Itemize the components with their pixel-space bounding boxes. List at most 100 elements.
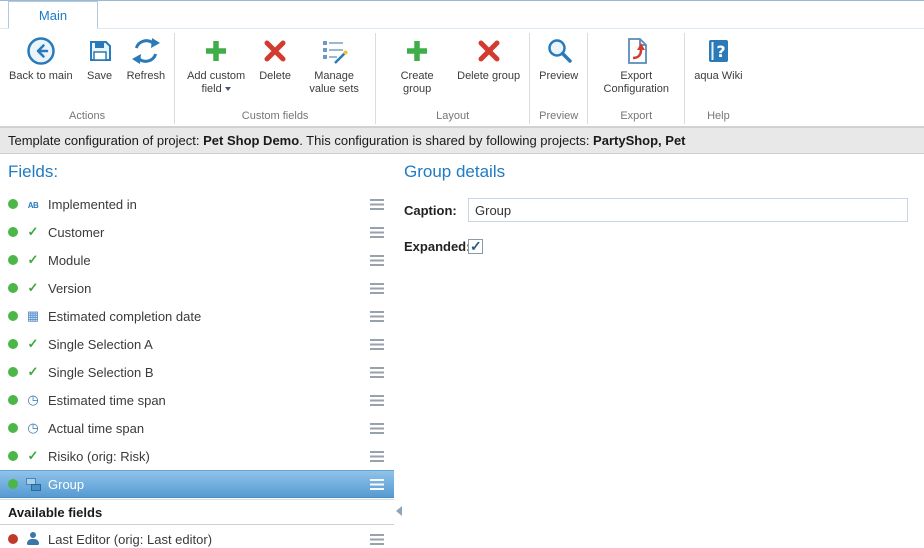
button-label: Add custom field xyxy=(184,70,248,96)
button-label: Delete group xyxy=(457,70,520,83)
group-separator xyxy=(174,33,175,124)
manage-value-sets-icon xyxy=(318,35,350,67)
ribbon-group-label-custom-fields: Custom fields xyxy=(177,109,373,126)
caption-label: Caption: xyxy=(404,203,468,218)
refresh-icon xyxy=(130,35,162,67)
field-row[interactable]: Actual time span xyxy=(0,414,394,442)
group-details-title: Group details xyxy=(404,162,908,182)
plus-icon xyxy=(401,35,433,67)
project-banner: Template configuration of project: Pet S… xyxy=(0,127,924,154)
field-menu-icon[interactable] xyxy=(370,199,384,210)
delete-button[interactable]: Delete xyxy=(252,33,298,85)
banner-middle: . This configuration is shared by follow… xyxy=(299,133,593,148)
field-label: Version xyxy=(48,281,363,296)
preview-button[interactable]: Preview xyxy=(535,33,582,85)
fields-panel: Fields: Implemented in Customer Module xyxy=(0,154,394,548)
expanded-label: Expanded: xyxy=(404,239,468,254)
ribbon-group-label-actions: Actions xyxy=(2,109,172,126)
expanded-checkbox[interactable] xyxy=(468,239,483,254)
group-separator xyxy=(587,33,588,124)
panel-collapse-arrow[interactable] xyxy=(396,506,402,516)
status-dot xyxy=(8,534,18,544)
field-row-selected[interactable]: Group xyxy=(0,470,394,498)
field-row[interactable]: Implemented in xyxy=(0,190,394,218)
button-label: aqua Wiki xyxy=(694,70,742,83)
dropdown-caret-icon xyxy=(225,87,231,91)
field-row[interactable]: Customer xyxy=(0,218,394,246)
field-type-icon xyxy=(25,280,41,296)
field-menu-icon[interactable] xyxy=(370,227,384,238)
manage-value-sets-button[interactable]: Manage value sets xyxy=(298,33,370,98)
ribbon-body: Back to main Save xyxy=(0,29,924,126)
banner-shared-projects: PartyShop, Pet xyxy=(593,133,685,148)
refresh-button[interactable]: Refresh xyxy=(123,33,170,85)
field-menu-icon[interactable] xyxy=(370,451,384,462)
add-custom-field-button[interactable]: Add custom field xyxy=(180,33,252,98)
field-row[interactable]: Estimated time span xyxy=(0,386,394,414)
field-menu-icon[interactable] xyxy=(370,283,384,294)
app-window: Main Back to main xyxy=(0,0,924,548)
field-menu-icon[interactable] xyxy=(370,311,384,322)
field-label: Single Selection A xyxy=(48,337,363,352)
caption-form-row: Caption: xyxy=(404,198,908,222)
status-dot xyxy=(8,255,18,265)
ribbon-group-actions: Back to main Save xyxy=(2,31,172,126)
field-type-icon xyxy=(25,448,41,464)
plus-icon xyxy=(200,35,232,67)
field-row[interactable]: Estimated completion date xyxy=(0,302,394,330)
field-menu-icon[interactable] xyxy=(370,534,384,545)
ribbon-group-help: ? aqua Wiki Help xyxy=(687,31,749,126)
export-document-icon xyxy=(620,35,652,67)
ribbon-group-custom-fields: Add custom field Delete xyxy=(177,31,373,126)
delete-x-icon xyxy=(259,35,291,67)
field-type-icon xyxy=(25,364,41,380)
aqua-wiki-button[interactable]: ? aqua Wiki xyxy=(690,33,746,85)
button-label: Save xyxy=(87,70,112,83)
field-menu-icon[interactable] xyxy=(370,423,384,434)
tab-main[interactable]: Main xyxy=(8,1,98,29)
group-separator xyxy=(375,33,376,124)
field-row[interactable]: Single Selection B xyxy=(0,358,394,386)
status-dot xyxy=(8,199,18,209)
field-row[interactable]: Last Editor (orig: Last editor) xyxy=(0,525,394,548)
field-label: Risiko (orig: Risk) xyxy=(48,449,363,464)
field-menu-icon[interactable] xyxy=(370,255,384,266)
field-type-icon xyxy=(25,476,41,492)
expanded-form-row: Expanded: xyxy=(404,239,908,254)
ribbon-group-label-layout: Layout xyxy=(378,109,527,126)
field-type-icon xyxy=(25,308,41,324)
field-row[interactable]: Version xyxy=(0,274,394,302)
field-label: Module xyxy=(48,253,363,268)
field-menu-icon[interactable] xyxy=(370,367,384,378)
button-label-text: Add custom field xyxy=(187,70,245,95)
status-dot xyxy=(8,479,18,489)
group-separator xyxy=(529,33,530,124)
export-configuration-button[interactable]: Export Configuration xyxy=(593,33,679,98)
available-fields-header: Available fields xyxy=(0,499,394,525)
save-button[interactable]: Save xyxy=(77,33,123,85)
back-to-main-button[interactable]: Back to main xyxy=(5,33,77,85)
magnifier-icon xyxy=(543,35,575,67)
caption-input[interactable] xyxy=(468,198,908,222)
ribbon-group-label-export: Export xyxy=(590,109,682,126)
status-dot xyxy=(8,339,18,349)
field-row[interactable]: Module xyxy=(0,246,394,274)
field-menu-icon[interactable] xyxy=(370,339,384,350)
field-label: Last Editor (orig: Last editor) xyxy=(48,532,363,547)
field-row[interactable]: Single Selection A xyxy=(0,330,394,358)
field-label: Actual time span xyxy=(48,421,363,436)
create-group-button[interactable]: Create group xyxy=(381,33,453,98)
status-dot xyxy=(8,395,18,405)
button-label: Delete xyxy=(259,70,291,83)
delete-group-button[interactable]: Delete group xyxy=(453,33,524,85)
button-label: Preview xyxy=(539,70,578,83)
status-dot xyxy=(8,451,18,461)
ribbon-group-label-preview: Preview xyxy=(532,109,585,126)
field-menu-icon[interactable] xyxy=(370,395,384,406)
ribbon-group-export: Export Configuration Export xyxy=(590,31,682,126)
status-dot xyxy=(8,227,18,237)
field-menu-icon[interactable] xyxy=(370,479,384,490)
button-label: Refresh xyxy=(127,70,166,83)
banner-prefix: Template configuration of project: xyxy=(8,133,203,148)
field-row[interactable]: Risiko (orig: Risk) xyxy=(0,442,394,470)
